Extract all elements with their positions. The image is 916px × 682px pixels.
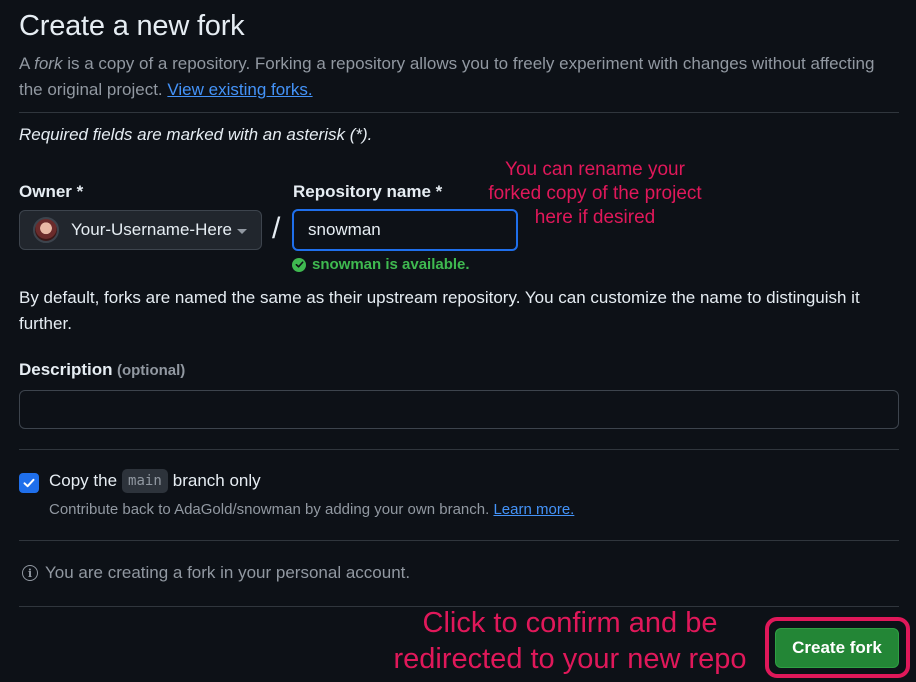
check-circle-icon	[292, 257, 306, 272]
repo-name-label: Repository name *	[293, 182, 443, 201]
personal-account-info: i You are creating a fork in your person…	[22, 563, 410, 583]
avatar	[33, 217, 59, 243]
intro-text: A fork is a copy of a repository. Forkin…	[19, 51, 889, 103]
divider	[19, 540, 899, 541]
default-name-note: By default, forks are named the same as …	[19, 288, 860, 333]
info-text: You are creating a fork in your personal…	[45, 563, 411, 582]
branch-name: main	[122, 469, 168, 493]
view-existing-forks-link[interactable]: View existing forks.	[167, 80, 312, 99]
owner-name: Your-Username-Here	[71, 220, 232, 239]
page-title: Create a new fork	[19, 10, 245, 42]
owner-select[interactable]: Your-Username-Here	[19, 210, 262, 250]
copy-suffix: branch only	[172, 471, 261, 490]
divider	[19, 449, 899, 450]
checkmark-icon	[23, 478, 35, 488]
learn-more-link[interactable]: Learn more.	[493, 501, 574, 518]
create-fork-button[interactable]: Create fork	[775, 628, 899, 668]
description-label-text: Description	[19, 360, 113, 379]
caret-down-icon	[236, 228, 247, 234]
required-fields-note: Required fields are marked with an aster…	[19, 125, 373, 144]
optional-tag: (optional)	[116, 362, 186, 379]
copy-branch-help: Contribute back to AdaGold/snowman by ad…	[49, 501, 574, 518]
divider	[19, 112, 899, 113]
rename-annotation: You can rename your forked copy of the p…	[488, 159, 702, 228]
intro-emphasis: fork	[34, 54, 63, 73]
info-icon: i	[22, 565, 38, 581]
confirm-annotation: Click to confirm and be redirected to yo…	[393, 607, 747, 675]
availability-text: snowman is available.	[312, 256, 470, 273]
copy-branch-label[interactable]: Copy the main branch only	[49, 469, 261, 493]
owner-label: Owner *	[19, 182, 84, 201]
description-label: Description (optional)	[19, 360, 185, 380]
description-input[interactable]	[19, 390, 899, 429]
owner-repo-separator: /	[272, 212, 281, 245]
intro-prefix: A	[19, 54, 35, 73]
copy-prefix: Copy the	[49, 471, 118, 490]
availability-status: snowman is available.	[292, 256, 470, 273]
help-text: Contribute back to AdaGold/snowman by ad…	[49, 501, 490, 518]
intro-body: is a copy of a repository. Forking a rep…	[19, 54, 875, 99]
copy-branch-checkbox[interactable]	[19, 473, 39, 493]
